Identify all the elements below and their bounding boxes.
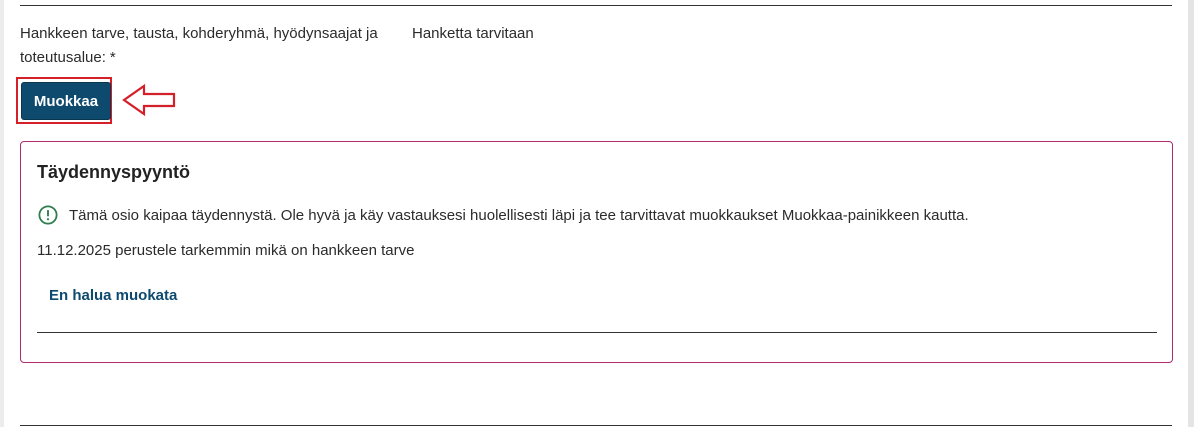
section-bottom-divider: [20, 425, 1172, 426]
project-need-field: Hankkeen tarve, tausta, kohderyhmä, hyöd…: [20, 22, 534, 70]
field-label-text: Hankkeen tarve, tausta, kohderyhmä, hyöd…: [20, 25, 378, 66]
right-scrollbar-track[interactable]: [1188, 0, 1194, 427]
left-scroll-edge: [0, 0, 4, 427]
completion-request-divider: [37, 332, 1157, 333]
completion-request-box: Täydennyspyyntö Tämä osio kaipaa täydenn…: [20, 141, 1173, 363]
left-arrow-icon: [122, 84, 176, 116]
completion-request-info: Tämä osio kaipaa täydennystä. Ole hyvä j…: [38, 205, 969, 225]
edit-button[interactable]: Muokkaa: [21, 82, 111, 120]
exclamation-circle-icon: [38, 205, 58, 225]
field-value: Hanketta tarvitaan: [412, 25, 534, 42]
page: Hankkeen tarve, tausta, kohderyhmä, hyöd…: [0, 0, 1194, 427]
field-label: Hankkeen tarve, tausta, kohderyhmä, hyöd…: [20, 22, 412, 70]
section-top-divider: [20, 5, 1172, 6]
completion-request-text: 11.12.2025 perustele tarkemmin mikä on h…: [37, 242, 415, 259]
completion-request-title: Täydennyspyyntö: [37, 162, 191, 182]
completion-request-info-text: Tämä osio kaipaa täydennystä. Ole hyvä j…: [69, 206, 969, 224]
decline-edit-link[interactable]: En halua muokata: [49, 287, 177, 304]
required-marker: *: [109, 49, 116, 66]
